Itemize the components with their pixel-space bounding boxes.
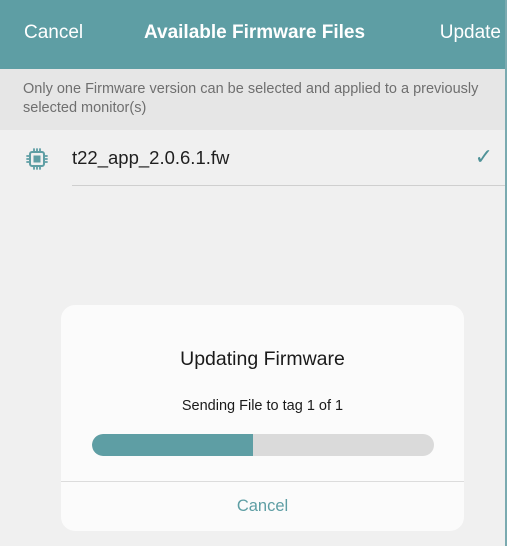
progress-fill [92, 434, 253, 456]
notice-text: Only one Firmware version can be selecte… [23, 81, 479, 116]
nav-cancel-button[interactable]: Cancel [24, 20, 83, 46]
dialog-cancel-button[interactable]: Cancel [61, 482, 464, 531]
firmware-file-row[interactable]: t22_app_2.0.6.1.fw ✓ [0, 130, 507, 186]
updating-firmware-dialog: Updating Firmware Sending File to tag 1 … [61, 305, 464, 531]
navigation-bar: Cancel Available Firmware Files Update [0, 0, 507, 69]
dialog-message: Sending File to tag 1 of 1 [181, 398, 344, 414]
nav-title: Available Firmware Files [144, 22, 366, 43]
progress-bar [92, 434, 434, 456]
nav-update-button[interactable]: Update [440, 20, 501, 46]
row-divider [72, 185, 507, 186]
firmware-screen: Cancel Available Firmware Files Update O… [0, 0, 507, 546]
chip-icon [26, 148, 48, 170]
firmware-file-name: t22_app_2.0.6.1.fw [72, 147, 230, 168]
checkmark-icon: ✓ [474, 144, 493, 169]
selection-notice: Only one Firmware version can be selecte… [0, 69, 507, 131]
dialog-title: Updating Firmware [180, 348, 345, 370]
